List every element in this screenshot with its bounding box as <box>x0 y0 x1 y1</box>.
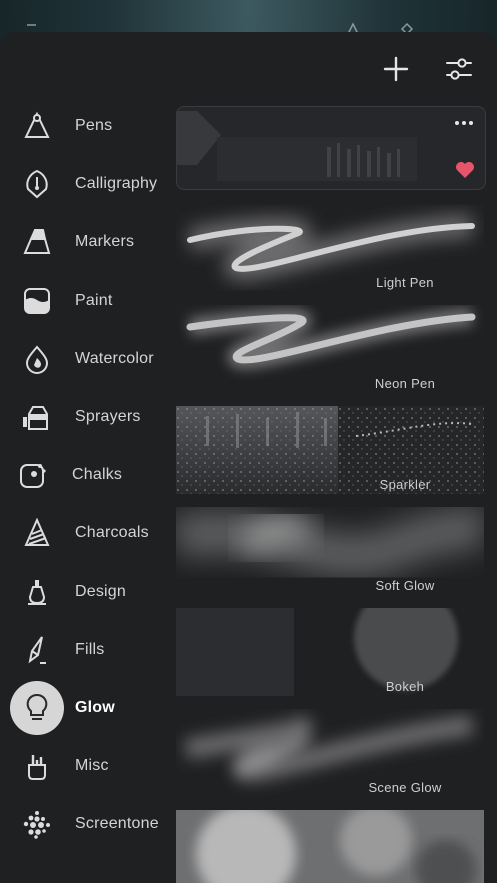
marker-icon <box>14 219 60 265</box>
category-label: Glow <box>75 698 115 716</box>
brush-name: Neon Pen <box>374 376 436 391</box>
brush-library-panel: Pens Calligraphy Markers Paint Watercolo <box>0 32 497 883</box>
category-misc[interactable]: Misc <box>0 737 170 795</box>
brush-neon-pen[interactable]: Neon Pen <box>176 305 484 393</box>
category-label: Calligraphy <box>75 175 158 193</box>
plus-icon[interactable] <box>381 54 411 84</box>
category-pens[interactable]: Pens <box>0 97 170 155</box>
category-calligraphy[interactable]: Calligraphy <box>0 155 170 213</box>
design-pen-icon <box>14 569 60 615</box>
category-label: Misc <box>75 757 109 775</box>
brush-sparkler[interactable]: Sparkler <box>176 406 484 494</box>
category-label: Charcoals <box>75 524 149 542</box>
water-drop-icon <box>14 336 60 382</box>
chalk-icon <box>10 452 56 498</box>
charcoal-icon <box>14 510 60 556</box>
brush-soft-glow[interactable]: Soft Glow <box>176 507 484 595</box>
brush-light-pen[interactable]: Light Pen <box>176 204 484 292</box>
fill-brush-icon <box>14 627 60 673</box>
brush-list: Light Pen Neon Pen Sparkler Soft Glow Bo… <box>176 106 486 883</box>
lightbulb-icon <box>10 680 64 735</box>
brush-scene-glow[interactable]: Scene Glow <box>176 709 484 797</box>
brush-name: Sparkler <box>379 477 431 492</box>
favorite-heart-icon[interactable] <box>455 161 475 179</box>
category-label: Watercolor <box>75 349 154 367</box>
category-label: Sprayers <box>75 408 141 426</box>
category-screentone[interactable]: Screentone <box>0 795 170 853</box>
category-watercolor[interactable]: Watercolor <box>0 330 170 388</box>
brush-name: Scene Glow <box>368 780 442 795</box>
category-label: Markers <box>75 233 135 251</box>
category-paint[interactable]: Paint <box>0 272 170 330</box>
category-label: Fills <box>75 640 105 658</box>
paint-pot-icon <box>14 278 60 324</box>
category-markers[interactable]: Markers <box>0 213 170 271</box>
category-label: Design <box>75 582 127 600</box>
spray-can-icon <box>14 394 60 440</box>
brush-texture[interactable] <box>176 810 484 883</box>
category-design[interactable]: Design <box>0 563 170 621</box>
calligraphy-nib-icon <box>14 161 60 207</box>
category-label: Pens <box>75 117 113 135</box>
halftone-dots-icon <box>14 801 60 847</box>
category-sprayers[interactable]: Sprayers <box>0 388 170 446</box>
category-label: Paint <box>75 291 113 309</box>
category-label: Chalks <box>72 466 123 484</box>
category-glow[interactable]: Glow <box>0 679 170 737</box>
brush-name: Light Pen <box>376 275 434 290</box>
brush-preview-selected[interactable] <box>176 106 486 190</box>
brush-name: Soft Glow <box>375 578 435 593</box>
sliders-icon[interactable] <box>444 54 474 84</box>
more-options-icon[interactable] <box>453 117 475 129</box>
category-chalks[interactable]: Chalks <box>0 446 170 504</box>
category-label: Screentone <box>75 815 159 833</box>
pen-nib-icon <box>14 103 60 149</box>
category-list: Pens Calligraphy Markers Paint Watercolo <box>0 97 170 853</box>
brush-name: Bokeh <box>385 679 425 694</box>
category-charcoals[interactable]: Charcoals <box>0 504 170 562</box>
category-fills[interactable]: Fills <box>0 621 170 679</box>
brush-bokeh[interactable]: Bokeh <box>176 608 484 696</box>
brush-cup-icon <box>14 743 60 789</box>
